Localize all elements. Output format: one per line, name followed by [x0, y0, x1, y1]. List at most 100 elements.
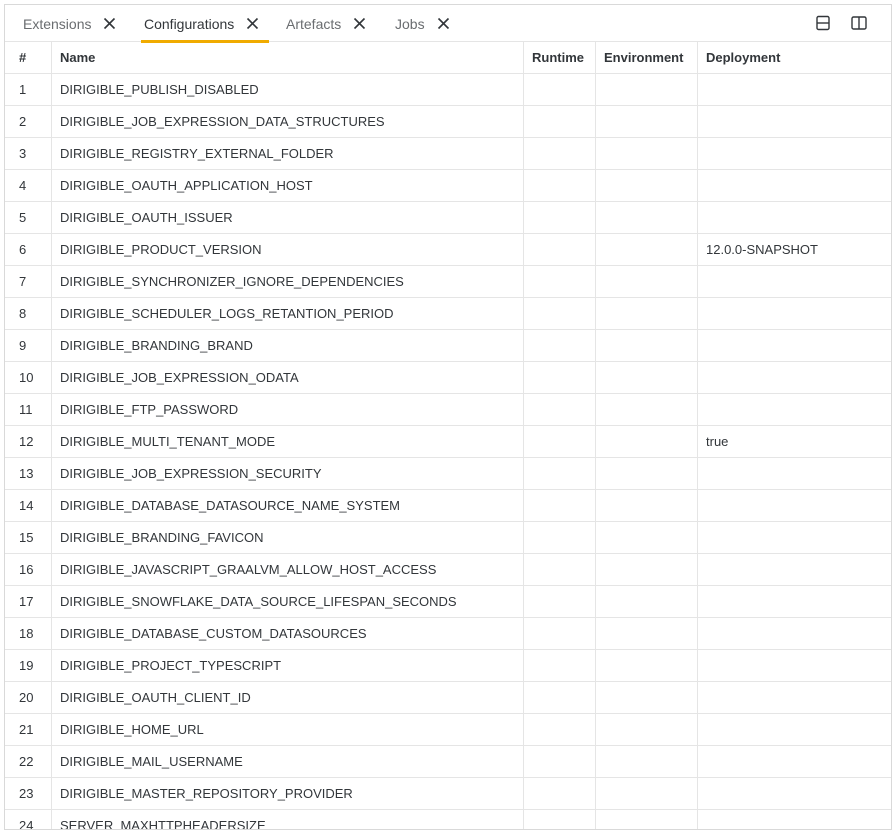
runtime-value — [524, 426, 596, 457]
table-row[interactable]: 6 DIRIGIBLE_PRODUCT_VERSION 12.0.0-SNAPSHO… — [5, 234, 891, 266]
deployment-value — [698, 618, 891, 649]
table-row[interactable]: 2 DIRIGIBLE_JOB_EXPRESSION_DATA_STRUCTURE… — [5, 106, 891, 138]
runtime-value — [524, 458, 596, 489]
row-number: 24 — [5, 810, 52, 829]
deployment-value — [698, 394, 891, 425]
column-header-runtime[interactable]: Runtime — [524, 42, 596, 73]
close-icon[interactable] — [246, 17, 259, 30]
table-row[interactable]: 5 DIRIGIBLE_OAUTH_ISSUER — [5, 202, 891, 234]
environment-value — [596, 202, 698, 233]
split-horizontal-icon[interactable] — [815, 15, 831, 31]
table-row[interactable]: 7 DIRIGIBLE_SYNCHRONIZER_IGNORE_DEPENDENC… — [5, 266, 891, 298]
table-row[interactable]: 13 DIRIGIBLE_JOB_EXPRESSION_SECURITY — [5, 458, 891, 490]
runtime-value — [524, 106, 596, 137]
table-row[interactable]: 21 DIRIGIBLE_HOME_URL — [5, 714, 891, 746]
tab-configurations[interactable]: Configurations — [141, 5, 269, 43]
table-row[interactable]: 24 SERVER_MAXHTTPHEADERSIZE — [5, 810, 891, 829]
config-name: DIRIGIBLE_MASTER_REPOSITORY_PROVIDER — [52, 778, 524, 809]
table-row[interactable]: 15 DIRIGIBLE_BRANDING_FAVICON — [5, 522, 891, 554]
environment-value — [596, 522, 698, 553]
runtime-value — [524, 554, 596, 585]
row-number: 10 — [5, 362, 52, 393]
tab-extensions[interactable]: Extensions — [23, 5, 131, 42]
environment-value — [596, 650, 698, 681]
config-name: DIRIGIBLE_REGISTRY_EXTERNAL_FOLDER — [52, 138, 524, 169]
row-number: 6 — [5, 234, 52, 265]
deployment-value — [698, 458, 891, 489]
table-row[interactable]: 17 DIRIGIBLE_SNOWFLAKE_DATA_SOURCE_LIFESP… — [5, 586, 891, 618]
environment-value — [596, 106, 698, 137]
table-row[interactable]: 20 DIRIGIBLE_OAUTH_CLIENT_ID — [5, 682, 891, 714]
table-row[interactable]: 19 DIRIGIBLE_PROJECT_TYPESCRIPT — [5, 650, 891, 682]
environment-value — [596, 618, 698, 649]
runtime-value — [524, 746, 596, 777]
tab-jobs[interactable]: Jobs — [395, 5, 465, 42]
row-number: 11 — [5, 394, 52, 425]
runtime-value — [524, 138, 596, 169]
environment-value — [596, 170, 698, 201]
table-row[interactable]: 23 DIRIGIBLE_MASTER_REPOSITORY_PROVIDER — [5, 778, 891, 810]
table-row[interactable]: 18 DIRIGIBLE_DATABASE_CUSTOM_DATASOURCES — [5, 618, 891, 650]
row-number: 19 — [5, 650, 52, 681]
row-number: 8 — [5, 298, 52, 329]
row-number: 18 — [5, 618, 52, 649]
runtime-value — [524, 618, 596, 649]
environment-value — [596, 554, 698, 585]
table-row[interactable]: 14 DIRIGIBLE_DATABASE_DATASOURCE_NAME_SYS… — [5, 490, 891, 522]
tab-label: Artefacts — [286, 15, 342, 32]
column-header-environment[interactable]: Environment — [596, 42, 698, 73]
configurations-panel: Extensions Configurations Artefacts Jobs — [4, 4, 892, 830]
deployment-value — [698, 74, 891, 105]
table-row[interactable]: 10 DIRIGIBLE_JOB_EXPRESSION_ODATA — [5, 362, 891, 394]
column-header-deployment[interactable]: Deployment — [698, 42, 891, 73]
config-name: DIRIGIBLE_JOB_EXPRESSION_SECURITY — [52, 458, 524, 489]
table-row[interactable]: 8 DIRIGIBLE_SCHEDULER_LOGS_RETANTION_PERI… — [5, 298, 891, 330]
deployment-value — [698, 202, 891, 233]
table-row[interactable]: 12 DIRIGIBLE_MULTI_TENANT_MODE true — [5, 426, 891, 458]
deployment-value — [698, 490, 891, 521]
runtime-value — [524, 810, 596, 829]
environment-value — [596, 810, 698, 829]
column-header-number[interactable]: # — [5, 42, 52, 73]
environment-value — [596, 746, 698, 777]
table-row[interactable]: 9 DIRIGIBLE_BRANDING_BRAND — [5, 330, 891, 362]
close-icon[interactable] — [437, 17, 450, 30]
tab-label: Jobs — [395, 15, 425, 32]
row-number: 4 — [5, 170, 52, 201]
deployment-value — [698, 170, 891, 201]
configurations-table: # Name Runtime Environment Deployment 1D… — [5, 42, 891, 829]
environment-value — [596, 586, 698, 617]
column-header-name[interactable]: Name — [52, 42, 524, 73]
config-name: DIRIGIBLE_PROJECT_TYPESCRIPT — [52, 650, 524, 681]
environment-value — [596, 714, 698, 745]
close-icon[interactable] — [353, 17, 366, 30]
deployment-value — [698, 138, 891, 169]
table-row[interactable]: 16 DIRIGIBLE_JAVASCRIPT_GRAALVM_ALLOW_HOS… — [5, 554, 891, 586]
config-name: DIRIGIBLE_BRANDING_BRAND — [52, 330, 524, 361]
deployment-value — [698, 522, 891, 553]
tab-artefacts[interactable]: Artefacts — [286, 5, 376, 42]
split-vertical-icon[interactable] — [851, 15, 867, 31]
runtime-value — [524, 394, 596, 425]
environment-value — [596, 490, 698, 521]
runtime-value — [524, 170, 596, 201]
config-name: DIRIGIBLE_SCHEDULER_LOGS_RETANTION_PERIO… — [52, 298, 524, 329]
table-row[interactable]: 4 DIRIGIBLE_OAUTH_APPLICATION_HOST — [5, 170, 891, 202]
close-icon[interactable] — [103, 17, 116, 30]
table-row[interactable]: 11 DIRIGIBLE_FTP_PASSWORD — [5, 394, 891, 426]
config-name: DIRIGIBLE_JOB_EXPRESSION_DATA_STRUCTURES — [52, 106, 524, 137]
row-number: 7 — [5, 266, 52, 297]
table-row[interactable]: 1 DIRIGIBLE_PUBLISH_DISABLED — [5, 74, 891, 106]
environment-value — [596, 362, 698, 393]
runtime-value — [524, 298, 596, 329]
runtime-value — [524, 586, 596, 617]
row-number: 16 — [5, 554, 52, 585]
runtime-value — [524, 490, 596, 521]
deployment-value — [698, 650, 891, 681]
deployment-value — [698, 362, 891, 393]
runtime-value — [524, 234, 596, 265]
environment-value — [596, 234, 698, 265]
table-row[interactable]: 22 DIRIGIBLE_MAIL_USERNAME — [5, 746, 891, 778]
table-row[interactable]: 3 DIRIGIBLE_REGISTRY_EXTERNAL_FOLDER — [5, 138, 891, 170]
row-number: 13 — [5, 458, 52, 489]
